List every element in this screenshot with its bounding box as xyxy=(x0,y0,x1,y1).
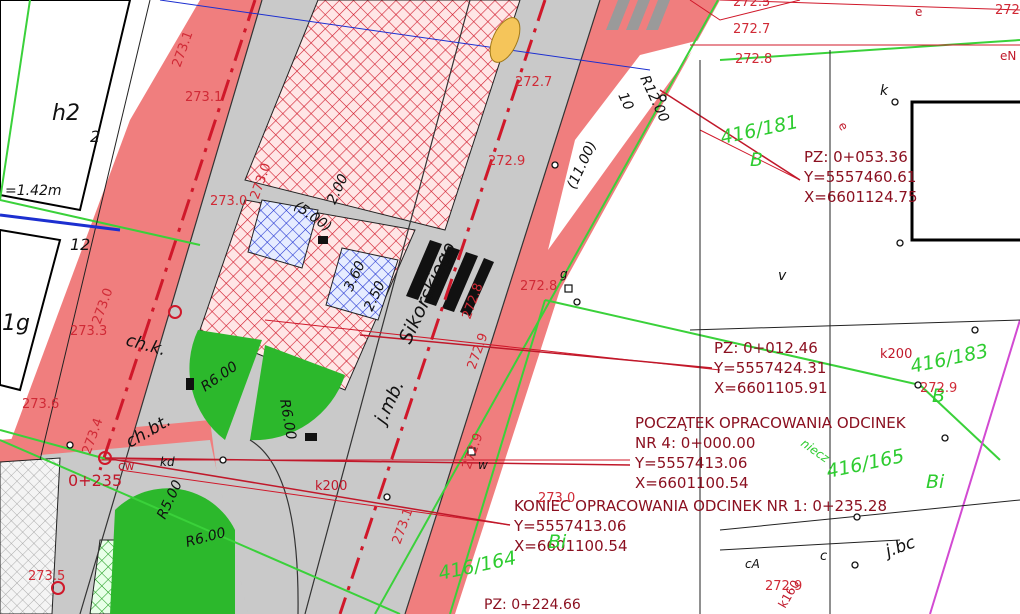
label-code-12: 12 xyxy=(70,235,90,254)
point-label-start-line-2: Y=5557413.06 xyxy=(634,454,747,472)
point-label-pz3-line-0: PZ: 0+224.66 xyxy=(484,597,581,613)
elevation-14: 273.6 xyxy=(22,397,59,412)
parcel-label-p5: h2 xyxy=(52,101,80,126)
label-code-ca: cA xyxy=(745,557,760,571)
point-label-pz1-line-0: PZ: 0+053.36 xyxy=(804,148,908,166)
point-label-end-line-2: X=6601100.54 xyxy=(514,537,628,555)
parcel-label-p1: 416/181 xyxy=(718,111,800,149)
label-dim-142: =1.42m xyxy=(5,183,62,199)
drain-3 xyxy=(318,236,328,244)
label-code-k: k xyxy=(880,83,889,99)
point-label-pz2-line-0: PZ: 0+012.46 xyxy=(714,339,818,357)
point-label-start-line-0: POCZĄTEK OPRACOWANIA ODCINEK xyxy=(635,414,907,432)
label-code-jbc: j.bc xyxy=(881,532,919,562)
elevation-7: 272.9 xyxy=(995,3,1020,18)
elevation-13: 273.5 xyxy=(28,569,65,584)
elevation-11: 273.3 xyxy=(70,324,107,339)
elevation-0: 272.5 xyxy=(733,0,770,10)
label-k200: k200 xyxy=(880,347,912,362)
elevation-1: 272.7 xyxy=(733,22,770,37)
label-code-v: v xyxy=(778,268,787,284)
drain-1 xyxy=(186,378,194,390)
label-code-cw: cw xyxy=(118,459,135,473)
parcel-label-p2: 416/183 xyxy=(908,340,990,378)
site-plan-map: PZ: 0+053.36 Y=5557460.61 X=6601124.75 PZ: … xyxy=(0,0,1020,614)
point-label-end-line-1: Y=5557413.06 xyxy=(513,517,626,535)
point-label-start-line-3: X=6601100.54 xyxy=(635,474,749,492)
elevation-6: 272.9 xyxy=(920,381,957,396)
label-code-g: g xyxy=(560,267,568,281)
point-label-pz1-line-2: X=6601124.75 xyxy=(804,188,918,206)
elevation-3: 272.7 xyxy=(515,75,552,90)
elevation-2: 272.8 xyxy=(735,52,772,67)
label-code-en: eN xyxy=(1000,49,1016,63)
parcel-label-p6: 1g xyxy=(2,311,30,336)
label-code-2: 2 xyxy=(90,127,100,146)
elevation-5: 272.8 xyxy=(520,279,557,294)
elevation-8: 273.0 xyxy=(210,194,247,209)
label-code-c: c xyxy=(820,549,827,564)
parcel-sub-p1: B xyxy=(750,149,763,171)
drain-2 xyxy=(305,433,317,441)
elevation-20: 273.0 xyxy=(538,491,575,506)
manhole xyxy=(564,284,573,293)
parcel-label-p3: 416/165 xyxy=(824,445,906,483)
label-station-235: 0+235 xyxy=(68,471,122,490)
elevation-15: 273.1 xyxy=(185,90,222,105)
label-code-w: w xyxy=(478,458,488,472)
point-label-pz2-line-1: Y=5557424.31 xyxy=(713,359,826,377)
parcel-sub-p3: Bi xyxy=(926,471,945,493)
label-k200b: k200 xyxy=(315,479,347,494)
point-label-pz2-line-2: X=6601105.91 xyxy=(714,379,828,397)
point-label-start-line-1: NR 4: 0+000.00 xyxy=(635,434,755,452)
label-code-kd: kd xyxy=(160,455,175,469)
building-right xyxy=(910,100,1020,242)
label-code-e1: e xyxy=(835,120,851,133)
hatched-gray-zone xyxy=(0,457,61,614)
parcel-sub-p4: Bi xyxy=(548,531,567,553)
label-code-e2: e xyxy=(915,5,922,19)
point-label-pz1-line-1: Y=5557460.61 xyxy=(803,168,916,186)
elevation-4: 272.9 xyxy=(488,154,525,169)
